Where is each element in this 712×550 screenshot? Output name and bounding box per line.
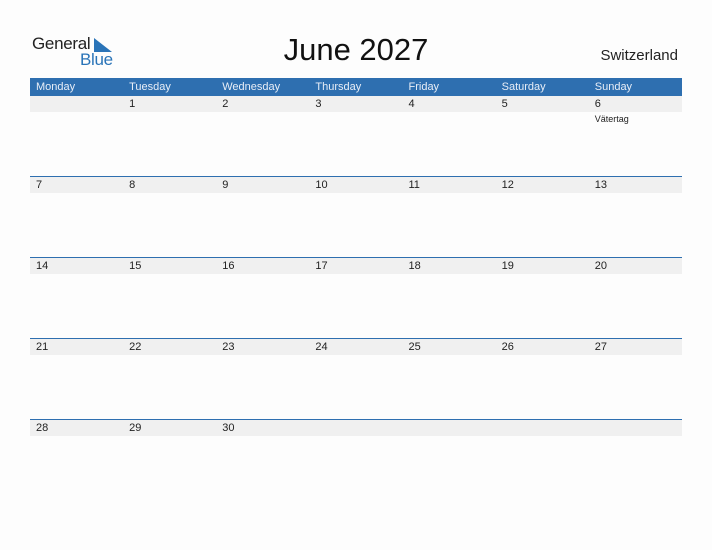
day-cell[interactable]: 20 [588, 258, 682, 276]
day-number: 1 [123, 96, 217, 112]
country-label: Switzerland [600, 47, 678, 64]
day-cell[interactable]: 7 [30, 177, 124, 195]
day-number: 16 [216, 258, 310, 274]
day-cell[interactable]: 29 [123, 420, 217, 438]
day-cell[interactable] [402, 420, 496, 438]
weekday-friday: Friday [408, 81, 440, 93]
day-cell[interactable]: 4 [402, 96, 496, 124]
week-row: 1 2 3 4 5 6 Vätertag [30, 96, 682, 124]
day-number [402, 420, 496, 436]
day-cell[interactable]: 10 [309, 177, 403, 195]
day-number: 19 [495, 258, 589, 274]
day-cell[interactable]: 11 [402, 177, 496, 195]
day-cell[interactable]: 22 [123, 339, 217, 357]
day-cell[interactable]: 13 [588, 177, 682, 195]
day-cell[interactable] [30, 96, 124, 124]
weekday-monday: Monday [36, 81, 76, 93]
day-number: 23 [216, 339, 310, 355]
day-number: 3 [309, 96, 403, 112]
day-cell[interactable] [309, 420, 403, 438]
day-number: 20 [588, 258, 682, 274]
weekday-thursday: Thursday [315, 81, 362, 93]
day-cell[interactable] [588, 420, 682, 438]
day-number: 29 [123, 420, 217, 436]
weekday-wednesday: Wednesday [222, 81, 281, 93]
weekday-tuesday: Tuesday [129, 81, 171, 93]
day-number: 4 [402, 96, 496, 112]
day-number: 9 [216, 177, 310, 193]
day-number: 12 [495, 177, 589, 193]
day-cell[interactable]: 27 [588, 339, 682, 357]
week-row: 14 15 16 17 18 19 20 [30, 257, 682, 276]
week-row: 7 8 9 10 11 12 13 [30, 176, 682, 195]
day-number: 28 [30, 420, 124, 436]
weekday-sunday: Sunday [594, 81, 633, 93]
day-cell[interactable]: 9 [216, 177, 310, 195]
day-number: 24 [309, 339, 403, 355]
day-number [309, 420, 403, 436]
day-cell[interactable]: 5 [495, 96, 589, 124]
day-cell[interactable]: 18 [402, 258, 496, 276]
weekday-saturday: Saturday [501, 81, 546, 93]
day-cell[interactable]: 24 [309, 339, 403, 357]
day-cell[interactable]: 25 [402, 339, 496, 357]
day-number: 10 [309, 177, 403, 193]
day-number: 30 [216, 420, 310, 436]
day-number: 27 [588, 339, 682, 355]
day-cell[interactable]: 28 [30, 420, 124, 438]
day-cell[interactable] [495, 420, 589, 438]
day-number: 2 [216, 96, 310, 112]
day-cell[interactable]: 26 [495, 339, 589, 357]
day-cell[interactable]: 21 [30, 339, 124, 357]
day-cell[interactable]: 30 [216, 420, 310, 438]
holiday-label: Vätertag [594, 114, 629, 124]
day-number: 7 [30, 177, 124, 193]
day-number: 13 [588, 177, 682, 193]
day-cell[interactable]: 19 [495, 258, 589, 276]
day-cell[interactable]: 23 [216, 339, 310, 357]
day-number: 22 [123, 339, 217, 355]
day-number: 18 [402, 258, 496, 274]
week-row: 21 22 23 24 25 26 27 [30, 338, 682, 357]
day-number: 15 [123, 258, 217, 274]
weekday-header: Monday Tuesday Wednesday Thursday Friday… [30, 78, 682, 96]
day-number: 21 [30, 339, 124, 355]
day-number [30, 96, 124, 112]
day-cell[interactable]: 8 [123, 177, 217, 195]
day-number: 14 [30, 258, 124, 274]
day-cell[interactable]: 6 Vätertag [588, 96, 682, 124]
day-number: 8 [123, 177, 217, 193]
day-number: 26 [495, 339, 589, 355]
day-cell[interactable]: 12 [495, 177, 589, 195]
day-cell[interactable]: 15 [123, 258, 217, 276]
day-number [495, 420, 589, 436]
day-cell[interactable]: 2 [216, 96, 310, 124]
day-number: 5 [495, 96, 589, 112]
day-cell[interactable]: 17 [309, 258, 403, 276]
day-number [588, 420, 682, 436]
week-row: 28 29 30 [30, 419, 682, 438]
day-number: 6 [588, 96, 682, 112]
day-number: 11 [402, 177, 496, 193]
day-cell[interactable]: 14 [30, 258, 124, 276]
day-cell[interactable]: 1 [123, 96, 217, 124]
day-cell[interactable]: 16 [216, 258, 310, 276]
day-number: 17 [309, 258, 403, 274]
day-cell[interactable]: 3 [309, 96, 403, 124]
day-number: 25 [402, 339, 496, 355]
